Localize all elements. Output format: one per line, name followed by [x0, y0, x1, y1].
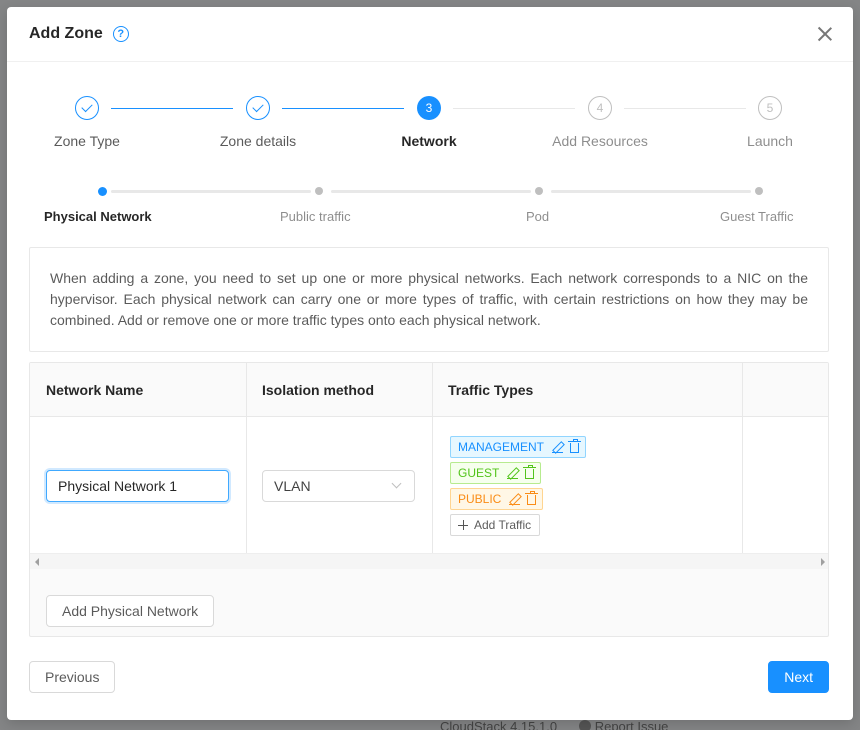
step-launch: 5 Launch — [705, 95, 835, 149]
add-physical-network-button[interactable]: Add Physical Network — [46, 595, 215, 627]
edit-icon[interactable] — [509, 494, 521, 505]
delete-icon[interactable] — [568, 439, 582, 453]
substep-pod[interactable]: Pod — [526, 209, 549, 224]
substep-physical-network[interactable]: Physical Network — [44, 209, 152, 224]
plus-icon — [458, 520, 468, 530]
step-label: Add Resources — [552, 133, 648, 149]
traffic-types-list: MANAGEMENT GUEST PUBLIC Add Traffic — [450, 436, 587, 540]
footer-version: CloudStack 4.15.1.0 — [440, 719, 558, 730]
wizard-steps: Zone Type Zone details 3 Network 4 Add R… — [7, 95, 853, 155]
background-footer: CloudStack 4.15.1.0 Report Issue — [440, 719, 668, 730]
step-zone-type: Zone Type — [22, 95, 152, 149]
footer-report-link: Report Issue — [594, 719, 669, 730]
traffic-tag-public: PUBLIC — [450, 488, 544, 510]
previous-button[interactable]: Previous — [29, 661, 116, 693]
traffic-tag-label: MANAGEMENT — [458, 440, 545, 454]
step-label: Launch — [747, 133, 793, 149]
substep-dot[interactable] — [755, 187, 763, 195]
physical-network-table-container: Network Name Isolation method Traffic Ty… — [29, 362, 829, 637]
column-divider — [742, 363, 743, 553]
add-traffic-label: Add Traffic — [474, 518, 532, 532]
chevron-down-icon — [391, 478, 402, 489]
step-label: Zone Type — [54, 133, 120, 149]
header-traffic-types: Traffic Types — [448, 382, 534, 398]
edit-icon[interactable] — [507, 468, 519, 479]
horizontal-scrollbar[interactable] — [30, 553, 828, 569]
traffic-tag-label: PUBLIC — [458, 492, 502, 506]
isolation-method-value: VLAN — [274, 478, 311, 494]
modal-title: Add Zone — [29, 25, 103, 42]
step-label: Zone details — [219, 133, 297, 149]
github-icon — [578, 720, 591, 730]
step-zone-details: Zone details — [193, 95, 323, 149]
step-number: 4 — [588, 96, 612, 120]
delete-icon[interactable] — [523, 465, 537, 479]
substep-connector — [551, 190, 751, 193]
substep-connector — [111, 190, 311, 193]
step-number: 3 — [417, 96, 441, 120]
close-icon[interactable] — [817, 26, 833, 42]
header-isolation-method: Isolation method — [262, 382, 374, 398]
substep-public-traffic[interactable]: Public traffic — [280, 209, 351, 224]
substep-dot[interactable] — [98, 186, 107, 196]
step-add-resources: 4 Add Resources — [535, 95, 665, 149]
column-divider — [432, 363, 433, 553]
substep-connector — [331, 190, 531, 193]
traffic-tag-guest: GUEST — [450, 462, 542, 484]
step-network: 3 Network — [364, 95, 494, 149]
add-zone-modal: Add Zone ? Zone Type Zone details 3 Netw… — [7, 7, 853, 720]
substep-dot[interactable] — [315, 187, 323, 195]
description-text: When adding a zone, you need to set up o… — [29, 247, 829, 352]
substep-guest-traffic[interactable]: Guest Traffic — [720, 209, 793, 224]
step-number: 5 — [758, 96, 782, 120]
modal-header: Add Zone ? — [7, 7, 853, 62]
delete-icon[interactable] — [525, 491, 539, 505]
step-check-icon — [75, 96, 99, 120]
network-substeps: Physical Network Public traffic Pod Gues… — [7, 185, 853, 225]
step-label: Network — [401, 133, 457, 149]
isolation-method-select[interactable]: VLAN — [262, 470, 415, 502]
traffic-tag-label: GUEST — [458, 466, 500, 480]
next-button[interactable]: Next — [768, 661, 829, 693]
physical-network-table: Network Name Isolation method Traffic Ty… — [30, 363, 828, 553]
substep-dot[interactable] — [535, 187, 543, 195]
network-name-input[interactable] — [46, 470, 229, 502]
traffic-tag-management: MANAGEMENT — [450, 436, 587, 458]
column-divider — [246, 363, 247, 553]
scroll-right-icon[interactable] — [821, 558, 825, 566]
edit-icon[interactable] — [552, 442, 564, 453]
table-header: Network Name Isolation method Traffic Ty… — [30, 363, 828, 417]
header-network-name: Network Name — [46, 382, 144, 398]
step-check-icon — [246, 96, 270, 120]
help-icon[interactable]: ? — [112, 26, 129, 42]
scroll-left-icon[interactable] — [35, 558, 39, 566]
add-traffic-button[interactable]: Add Traffic — [450, 514, 541, 536]
